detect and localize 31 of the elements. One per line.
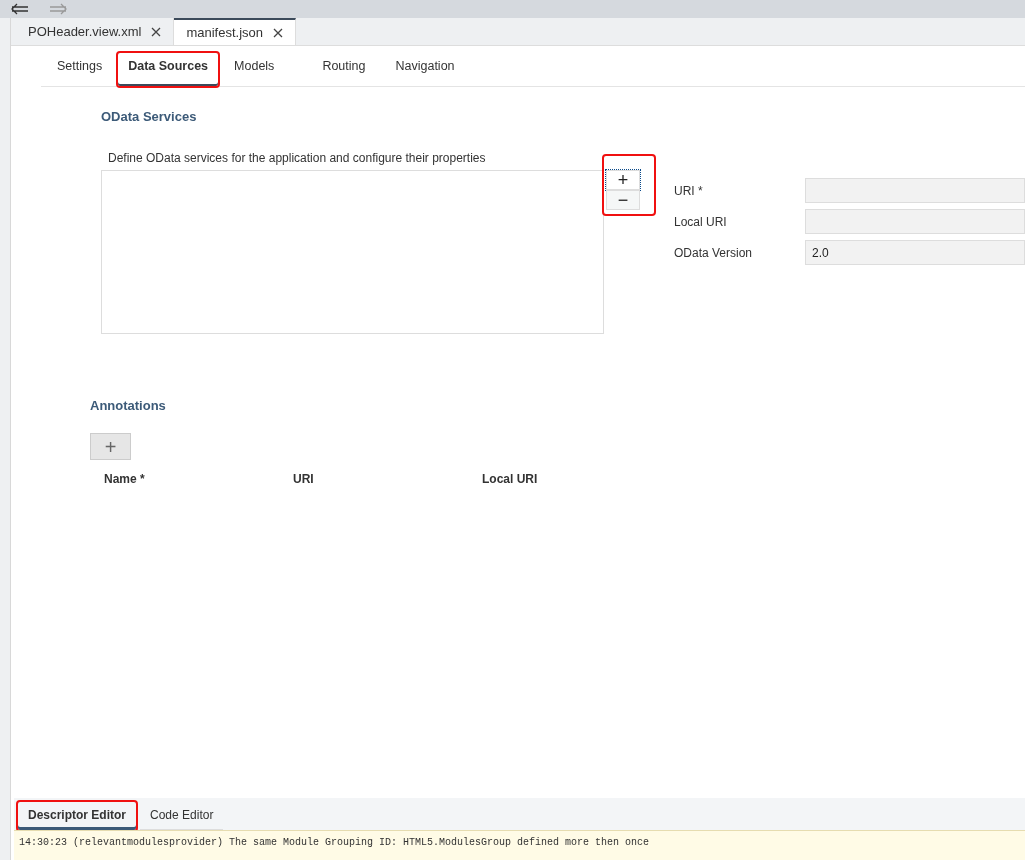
field-label: OData Version	[674, 245, 754, 260]
section-tab[interactable]: Navigation	[385, 53, 465, 86]
input-field[interactable]	[805, 178, 1025, 203]
input-field[interactable]: 2.0	[805, 240, 1025, 265]
input-field[interactable]	[805, 209, 1025, 234]
section-title: OData Services	[101, 109, 198, 124]
services-list[interactable]	[101, 170, 604, 334]
editor-tab[interactable]: Descriptor Editor	[18, 802, 136, 830]
field-label: Local URI	[674, 214, 728, 229]
column-header: Name *	[104, 472, 146, 486]
editor-tab[interactable]: Code Editor	[140, 802, 224, 830]
column-header: URI	[293, 472, 315, 486]
tab-label: POHeader.view.xml	[28, 24, 142, 39]
console-line: 14:30:23 (relevantmodulesprovider) The same Module Grouping ID: HTML5.ModulesGroup defined more then once	[19, 837, 651, 848]
file-tab[interactable]: manifest.json	[174, 18, 297, 45]
field-label: URI *	[674, 183, 704, 198]
description: Define OData services for the application and configure their properties	[108, 151, 487, 165]
tab-label: manifest.json	[186, 25, 264, 40]
section-tab[interactable]: Models	[224, 53, 285, 86]
section-tab[interactable]: Settings	[47, 53, 113, 86]
add-button[interactable]: +	[90, 433, 131, 460]
add-button[interactable]: +	[606, 170, 640, 190]
forward-arrow-icon[interactable]	[48, 3, 68, 15]
remove-button[interactable]: −	[606, 190, 640, 210]
column-header: Local URI	[482, 472, 539, 486]
section-tab[interactable]: Data Sources	[118, 53, 219, 86]
back-arrow-icon[interactable]	[10, 3, 30, 15]
section-title: Annotations	[90, 398, 167, 413]
close-icon[interactable]	[151, 26, 162, 37]
close-icon[interactable]	[273, 27, 284, 38]
section-tab[interactable]: Routing	[312, 53, 376, 86]
